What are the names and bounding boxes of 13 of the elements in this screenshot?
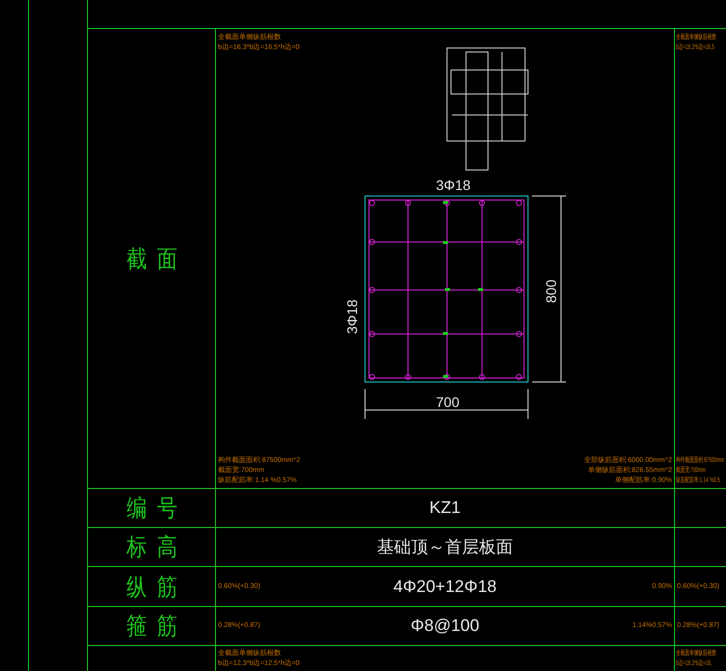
value-text: Φ8@100 <box>410 616 480 636</box>
row-label: 编号 <box>125 494 188 524</box>
row-label: 标高 <box>125 533 188 563</box>
dimension-text: 800 <box>543 280 559 303</box>
dimension-text: 700 <box>436 394 460 410</box>
value-text: 基础顶～首层板面 <box>377 536 513 558</box>
row-label: 截面 <box>125 244 188 274</box>
row-label: 箍筋 <box>125 612 188 642</box>
rebar-label: 3Φ18 <box>436 177 471 193</box>
value-text: KZ1 <box>429 498 461 518</box>
value-text: 4Φ20+12Φ18 <box>393 576 497 596</box>
row-label: 纵筋 <box>125 572 188 602</box>
rebar-label: 3Φ18 <box>344 299 360 334</box>
